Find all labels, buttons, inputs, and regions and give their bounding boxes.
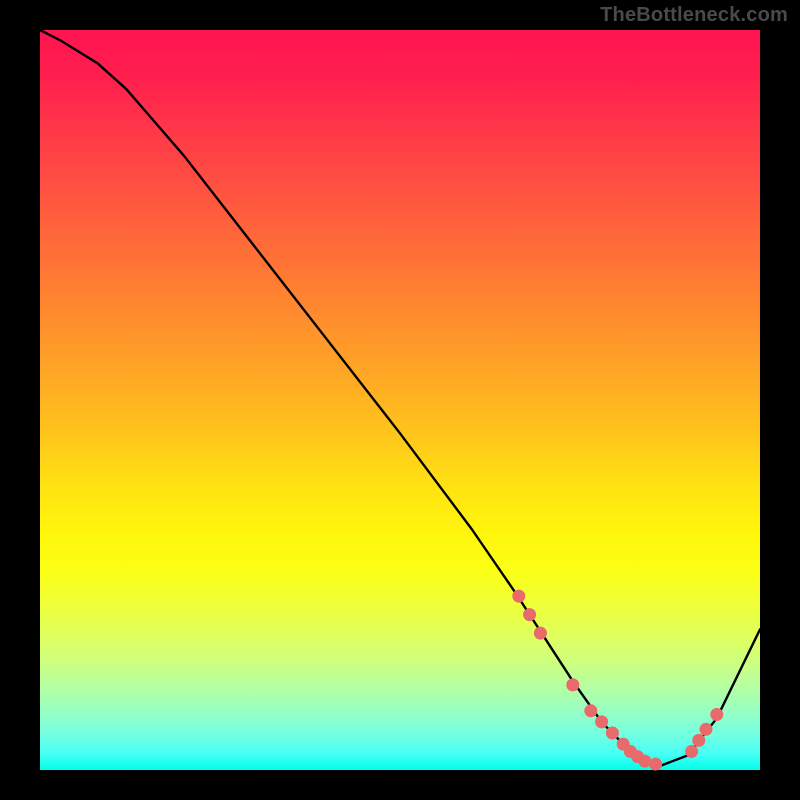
bottleneck-curve [40,30,760,766]
data-point [685,745,698,758]
data-point [523,608,536,621]
data-point [595,715,608,728]
chart-svg [40,30,760,770]
data-points [512,590,723,771]
data-point [700,723,713,736]
data-point [584,704,597,717]
data-point [649,758,662,771]
plot-area [40,30,760,770]
chart-stage: TheBottleneck.com [0,0,800,800]
data-point [710,708,723,721]
watermark-text: TheBottleneck.com [600,4,788,27]
data-point [692,734,705,747]
data-point [512,590,525,603]
data-point [534,627,547,640]
data-point [606,727,619,740]
data-point [566,678,579,691]
